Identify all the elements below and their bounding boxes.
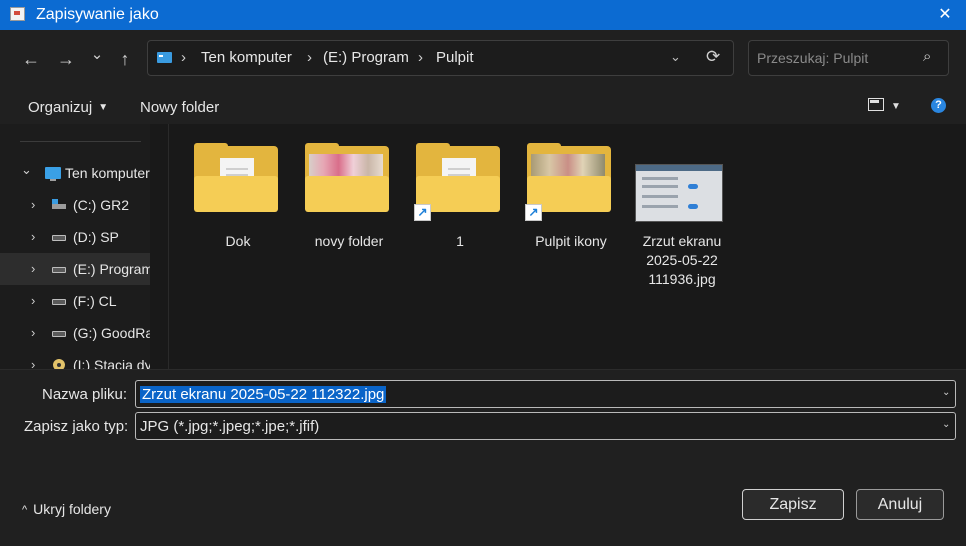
sidebar-item-label: Ten komputer xyxy=(65,165,150,181)
sidebar-item-drive-d[interactable]: › (D:) SP xyxy=(0,221,150,253)
chevron-right-icon[interactable]: › xyxy=(31,357,35,369)
filetype-value: JPG (*.jpg;*.jpeg;*.jpe;*.jfif) xyxy=(140,418,320,435)
file-name-line: 2025-05-22 xyxy=(646,252,718,268)
chevron-down-icon[interactable]: ⌄ xyxy=(942,419,950,430)
system-drive-icon xyxy=(52,199,66,209)
folder-icon: ↗ xyxy=(525,143,611,221)
folder-icon: ↗ xyxy=(414,143,500,221)
computer-icon xyxy=(45,167,61,181)
recent-locations-button[interactable]: ⌄ xyxy=(84,43,110,67)
divider xyxy=(20,141,141,142)
sidebar-item-drive-e[interactable]: › (E:) Program xyxy=(0,253,150,285)
file-name-line: Zrzut ekranu xyxy=(642,233,722,249)
file-tile[interactable]: novy folder xyxy=(294,142,394,302)
filename-label: Nazwa pliku: xyxy=(42,386,128,403)
image-thumbnail xyxy=(635,164,723,222)
navigation-bar: ← → ⌄ ↑ › Ten komputer › (E:) Program › … xyxy=(0,30,966,88)
window-title: Zapisywanie jako xyxy=(36,6,159,23)
folder-icon xyxy=(305,143,389,212)
shortcut-arrow-icon: ↗ xyxy=(414,204,431,221)
file-name: novy folder xyxy=(314,233,384,249)
hide-folders-button[interactable]: ^ Ukryj foldery xyxy=(22,501,111,517)
refresh-icon[interactable]: ⟳ xyxy=(706,47,720,67)
file-list: Dok novy folder ↗ 1 ↗ Pulpit ikony Zrzut… xyxy=(169,124,966,369)
organize-menu[interactable]: Organizuj ▼ xyxy=(28,99,108,116)
file-name: 1 xyxy=(456,233,464,249)
file-name: Zrzut ekranu 2025-05-22 111936.jpg xyxy=(627,232,737,289)
sidebar-item-label: (I:) Stacja dy xyxy=(73,357,150,369)
organize-label: Organizuj xyxy=(28,99,93,116)
sidebar-item-drive-i[interactable]: › (I:) Stacja dy xyxy=(0,349,150,369)
back-button[interactable]: ← xyxy=(18,47,44,71)
computer-icon xyxy=(157,52,172,63)
forward-button[interactable]: → xyxy=(53,47,79,71)
breadcrumb-separator-icon[interactable]: › xyxy=(307,49,312,66)
chevron-right-icon[interactable]: › xyxy=(31,325,35,340)
file-tile[interactable]: Zrzut ekranu 2025-05-22 111936.jpg xyxy=(627,142,727,302)
cd-drive-icon xyxy=(53,359,65,369)
sidebar-item-label: (G:) GoodRa xyxy=(73,325,150,341)
sidebar-item-label: (F:) CL xyxy=(73,293,117,309)
sidebar-item-drive-c[interactable]: › (C:) GR2 xyxy=(0,189,150,221)
sidebar-item-drive-f[interactable]: › (F:) CL xyxy=(0,285,150,317)
filetype-label: Zapisz jako typ: xyxy=(24,418,129,435)
drive-icon xyxy=(52,299,66,305)
filename-value[interactable]: Zrzut ekranu 2025-05-22 112322.jpg xyxy=(140,386,387,403)
search-box[interactable]: ⌕ xyxy=(748,40,949,76)
file-name-line: 111936.jpg xyxy=(648,271,716,287)
chevron-down-icon[interactable]: ⌄ xyxy=(942,387,950,398)
address-bar[interactable]: › Ten komputer › (E:) Program › Pulpit ⌄… xyxy=(147,40,734,76)
view-layout-icon[interactable] xyxy=(868,98,884,111)
save-form: Nazwa pliku: Zrzut ekranu 2025-05-22 112… xyxy=(0,369,966,546)
file-tile[interactable]: Dok xyxy=(183,142,283,302)
breadcrumb-separator-icon: › xyxy=(181,49,186,66)
file-name: Pulpit ikony xyxy=(535,233,607,249)
sidebar-item-drive-g[interactable]: › (G:) GoodRa xyxy=(0,317,150,349)
address-dropdown-icon[interactable]: ⌄ xyxy=(670,49,681,65)
chevron-right-icon[interactable]: › xyxy=(31,197,35,212)
drive-icon xyxy=(52,235,66,241)
view-options-caret-icon[interactable]: ▼ xyxy=(891,101,901,112)
sidebar-item-this-pc[interactable]: ⌄ Ten komputer xyxy=(0,157,150,189)
chevron-right-icon[interactable]: › xyxy=(31,261,35,276)
search-icon[interactable]: ⌕ xyxy=(923,48,931,65)
breadcrumb-pulpit[interactable]: Pulpit xyxy=(436,49,474,66)
cancel-button[interactable]: Anuluj xyxy=(856,489,944,520)
expand-chevron-icon[interactable]: ⌄ xyxy=(21,162,32,178)
up-button[interactable]: ↑ xyxy=(112,47,138,71)
breadcrumb-separator-icon[interactable]: › xyxy=(418,49,423,66)
breadcrumb-this-pc[interactable]: Ten komputer xyxy=(201,49,292,66)
file-tile[interactable]: ↗ Pulpit ikony xyxy=(516,142,616,302)
chevron-right-icon[interactable]: › xyxy=(31,229,35,244)
command-bar: Organizuj ▼ Nowy folder ▼ ? xyxy=(0,88,966,124)
shortcut-arrow-icon: ↗ xyxy=(525,204,542,221)
app-icon xyxy=(10,7,25,21)
title-bar: Zapisywanie jako ✕ xyxy=(0,0,966,30)
save-button[interactable]: Zapisz xyxy=(742,489,844,520)
drive-icon xyxy=(52,267,66,273)
chevron-up-icon: ^ xyxy=(22,504,28,516)
search-input[interactable] xyxy=(757,48,917,68)
hide-folders-label: Ukryj foldery xyxy=(33,501,111,517)
file-name: Dok xyxy=(225,233,251,249)
filename-field[interactable]: Zrzut ekranu 2025-05-22 112322.jpg ⌄ xyxy=(135,380,956,408)
close-button[interactable]: ✕ xyxy=(930,0,960,30)
caret-down-icon: ▼ xyxy=(98,102,109,113)
help-icon[interactable]: ? xyxy=(931,98,946,113)
sidebar-item-label: (E:) Program xyxy=(73,261,150,277)
navigation-pane: ⌄ Ten komputer › (C:) GR2 › (D:) SP › (E… xyxy=(0,124,150,369)
drive-icon xyxy=(52,331,66,337)
breadcrumb-drive-e[interactable]: (E:) Program xyxy=(323,49,409,66)
new-folder-button[interactable]: Nowy folder xyxy=(140,99,219,116)
sidebar-item-label: (D:) SP xyxy=(73,229,119,245)
chevron-right-icon[interactable]: › xyxy=(31,293,35,308)
folder-icon xyxy=(194,143,278,212)
file-tile[interactable]: ↗ 1 xyxy=(405,142,505,302)
filetype-select[interactable]: JPG (*.jpg;*.jpeg;*.jpe;*.jfif) ⌄ xyxy=(135,412,956,440)
sidebar-item-label: (C:) GR2 xyxy=(73,197,129,213)
